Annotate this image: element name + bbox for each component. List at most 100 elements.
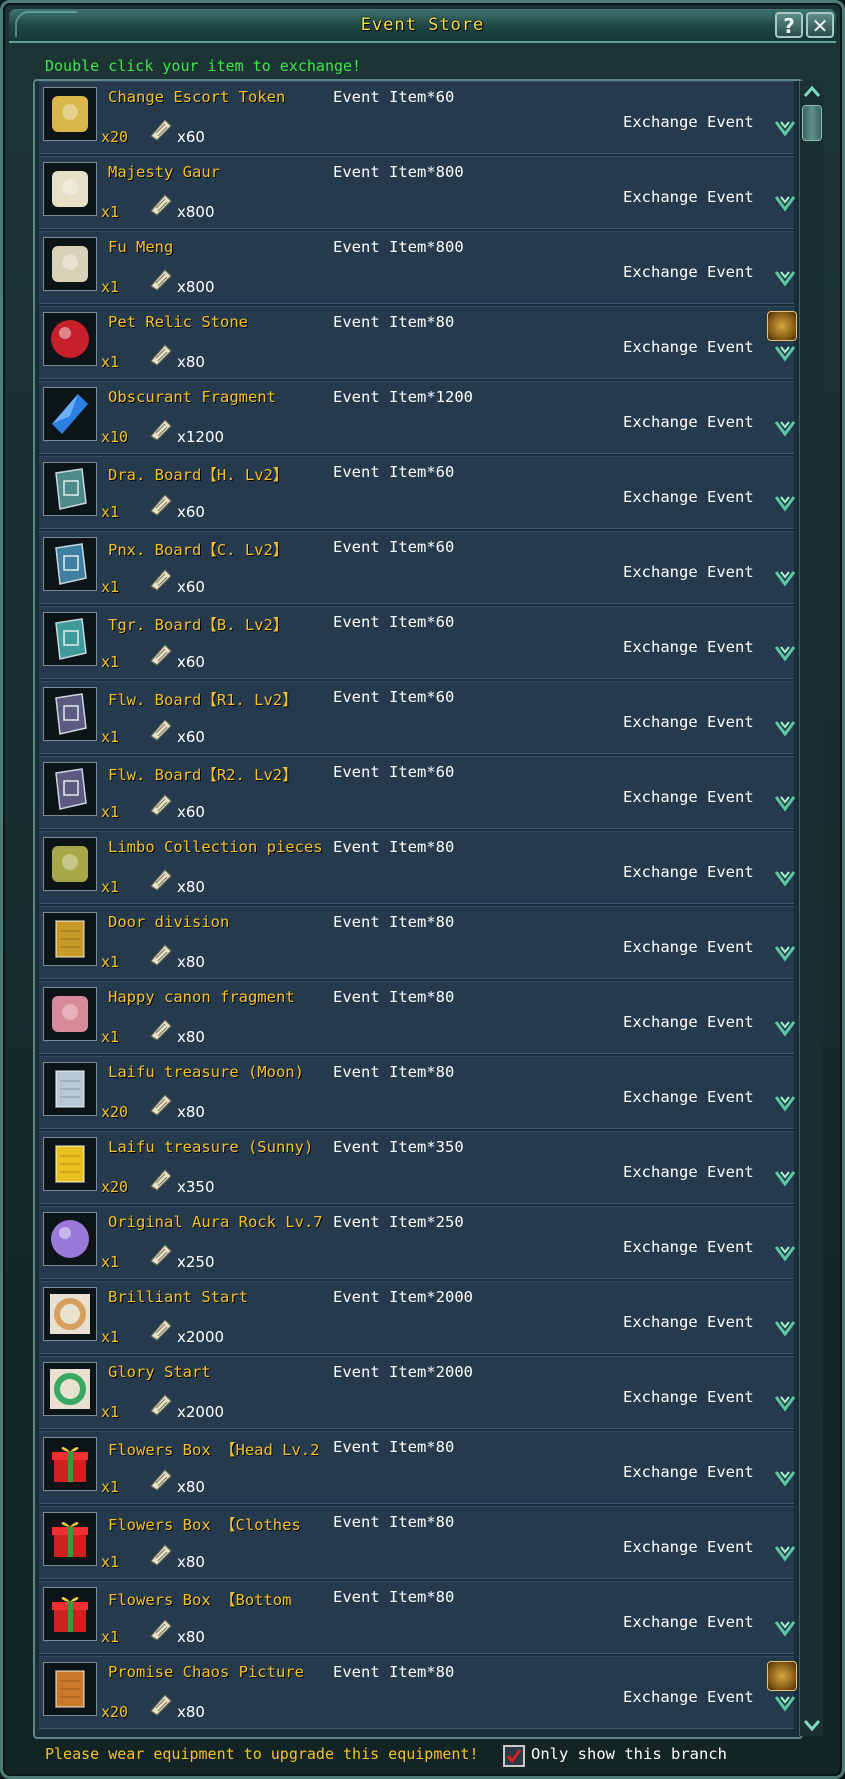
exchange-chevron-icon[interactable] — [773, 1166, 797, 1188]
exchange-event-label[interactable]: Exchange Event — [623, 1613, 754, 1631]
item-icon-slot[interactable] — [43, 87, 97, 141]
exchange-event-label[interactable]: Exchange Event — [623, 1388, 754, 1406]
scrollbar[interactable] — [799, 81, 823, 1736]
exchange-event-label[interactable]: Exchange Event — [623, 188, 754, 206]
exchange-chevron-icon[interactable] — [773, 941, 797, 963]
exchange-chevron-icon[interactable] — [773, 1241, 797, 1263]
item-icon-slot[interactable] — [43, 762, 97, 816]
item-quantity: x1 — [101, 1628, 120, 1646]
only-show-branch-label[interactable]: Only show this branch — [531, 1745, 727, 1763]
item-row[interactable]: Original Aura Rock Lv.7 x1 x250 Event It… — [39, 1206, 797, 1279]
exchange-chevron-icon[interactable] — [773, 1466, 797, 1488]
exchange-event-label[interactable]: Exchange Event — [623, 488, 754, 506]
exchange-chevron-icon[interactable] — [773, 1391, 797, 1413]
item-row[interactable]: Laifu treasure (Moon) x20 x80 Event Item… — [39, 1056, 797, 1129]
item-row[interactable]: Obscurant Fragment x10 x1200 Event Item*… — [39, 381, 797, 454]
exchange-event-label[interactable]: Exchange Event — [623, 338, 754, 356]
item-row[interactable]: Happy canon fragment x1 x80 Event Item*8… — [39, 981, 797, 1054]
exchange-event-label[interactable]: Exchange Event — [623, 1538, 754, 1556]
scrollbar-thumb[interactable] — [802, 105, 822, 141]
exchange-chevron-icon[interactable] — [773, 191, 797, 213]
item-cost: x80 — [177, 878, 205, 896]
item-icon-slot[interactable] — [43, 987, 97, 1041]
exchange-chevron-icon[interactable] — [773, 341, 797, 363]
item-row[interactable]: Brilliant Start x1 x2000 Event Item*2000… — [39, 1281, 797, 1354]
exchange-chevron-icon[interactable] — [773, 1541, 797, 1563]
item-row[interactable]: Glory Start x1 x2000 Event Item*2000 Exc… — [39, 1356, 797, 1429]
close-button[interactable]: ✕ — [806, 12, 834, 38]
item-row[interactable]: Flw. Board【R1. Lv2】 x1 x60 Event Item*60… — [39, 681, 797, 754]
exchange-chevron-icon[interactable] — [773, 1691, 797, 1713]
scroll-down-arrow-icon[interactable] — [802, 1716, 822, 1734]
title-bar[interactable]: Event Store ? ✕ — [9, 9, 836, 43]
exchange-chevron-icon[interactable] — [773, 266, 797, 288]
exchange-event-label[interactable]: Exchange Event — [623, 113, 754, 131]
item-row[interactable]: Flowers Box 【Bottom x1 x80 Event Item*80… — [39, 1581, 797, 1654]
item-row[interactable]: Promise Chaos Picture x20 x80 Event Item… — [39, 1656, 797, 1729]
item-icon-slot[interactable] — [43, 462, 97, 516]
item-icon-slot[interactable] — [43, 237, 97, 291]
item-row[interactable]: Pnx. Board【C. Lv2】 x1 x60 Event Item*60 … — [39, 531, 797, 604]
exchange-event-label[interactable]: Exchange Event — [623, 263, 754, 281]
item-icon-slot[interactable] — [43, 1587, 97, 1641]
item-row[interactable]: Flw. Board【R2. Lv2】 x1 x60 Event Item*60… — [39, 756, 797, 829]
item-quantity: x1 — [101, 1403, 120, 1421]
exchange-event-label[interactable]: Exchange Event — [623, 1163, 754, 1181]
item-row[interactable]: Change Escort Token x20 x60 Event Item*6… — [39, 81, 797, 154]
exchange-event-label[interactable]: Exchange Event — [623, 863, 754, 881]
exchange-chevron-icon[interactable] — [773, 641, 797, 663]
exchange-event-label[interactable]: Exchange Event — [623, 713, 754, 731]
item-icon-slot[interactable] — [43, 687, 97, 741]
item-row[interactable]: Dra. Board【H. Lv2】 x1 x60 Event Item*60 … — [39, 456, 797, 529]
item-icon-slot[interactable] — [43, 537, 97, 591]
item-row[interactable]: Flowers Box 【Clothes x1 x80 Event Item*8… — [39, 1506, 797, 1579]
help-button[interactable]: ? — [775, 12, 803, 38]
exchange-chevron-icon[interactable] — [773, 716, 797, 738]
scroll-up-arrow-icon[interactable] — [802, 83, 822, 101]
exchange-chevron-icon[interactable] — [773, 1091, 797, 1113]
item-icon-slot[interactable] — [43, 912, 97, 966]
item-icon-slot[interactable] — [43, 1437, 97, 1491]
only-show-branch-checkbox[interactable] — [503, 1745, 525, 1767]
item-row[interactable]: Limbo Collection pieces x1 x80 Event Ite… — [39, 831, 797, 904]
item-icon-slot[interactable] — [43, 1137, 97, 1191]
item-icon-slot[interactable] — [43, 162, 97, 216]
exchange-chevron-icon[interactable] — [773, 1316, 797, 1338]
exchange-event-label[interactable]: Exchange Event — [623, 788, 754, 806]
item-icon-slot[interactable] — [43, 612, 97, 666]
item-icon-slot[interactable] — [43, 1062, 97, 1116]
item-row[interactable]: Flowers Box 【Head Lv.2 x1 x80 Event Item… — [39, 1431, 797, 1504]
item-icon-slot[interactable] — [43, 837, 97, 891]
exchange-chevron-icon[interactable] — [773, 566, 797, 588]
item-row[interactable]: Door division x1 x80 Event Item*80 Excha… — [39, 906, 797, 979]
item-icon-slot[interactable] — [43, 1362, 97, 1416]
exchange-chevron-icon[interactable] — [773, 491, 797, 513]
exchange-chevron-icon[interactable] — [773, 416, 797, 438]
item-icon-slot[interactable] — [43, 387, 97, 441]
item-row[interactable]: Tgr. Board【B. Lv2】 x1 x60 Event Item*60 … — [39, 606, 797, 679]
exchange-event-label[interactable]: Exchange Event — [623, 1013, 754, 1031]
exchange-event-label[interactable]: Exchange Event — [623, 1238, 754, 1256]
exchange-chevron-icon[interactable] — [773, 791, 797, 813]
item-icon-slot[interactable] — [43, 1212, 97, 1266]
exchange-event-label[interactable]: Exchange Event — [623, 938, 754, 956]
exchange-event-label[interactable]: Exchange Event — [623, 1088, 754, 1106]
exchange-chevron-icon[interactable] — [773, 866, 797, 888]
exchange-event-label[interactable]: Exchange Event — [623, 1463, 754, 1481]
item-icon-slot[interactable] — [43, 1662, 97, 1716]
exchange-event-label[interactable]: Exchange Event — [623, 413, 754, 431]
exchange-chevron-icon[interactable] — [773, 1016, 797, 1038]
item-icon-slot[interactable] — [43, 312, 97, 366]
exchange-event-label[interactable]: Exchange Event — [623, 638, 754, 656]
exchange-chevron-icon[interactable] — [773, 116, 797, 138]
item-icon-slot[interactable] — [43, 1287, 97, 1341]
item-icon-slot[interactable] — [43, 1512, 97, 1566]
exchange-event-label[interactable]: Exchange Event — [623, 1313, 754, 1331]
item-row[interactable]: Laifu treasure (Sunny) x20 x350 Event It… — [39, 1131, 797, 1204]
exchange-event-label[interactable]: Exchange Event — [623, 1688, 754, 1706]
exchange-chevron-icon[interactable] — [773, 1616, 797, 1638]
item-row[interactable]: Pet Relic Stone x1 x80 Event Item*80 Exc… — [39, 306, 797, 379]
exchange-event-label[interactable]: Exchange Event — [623, 563, 754, 581]
item-row[interactable]: Fu Meng x1 x800 Event Item*800 Exchange … — [39, 231, 797, 304]
item-row[interactable]: Majesty Gaur x1 x800 Event Item*800 Exch… — [39, 156, 797, 229]
